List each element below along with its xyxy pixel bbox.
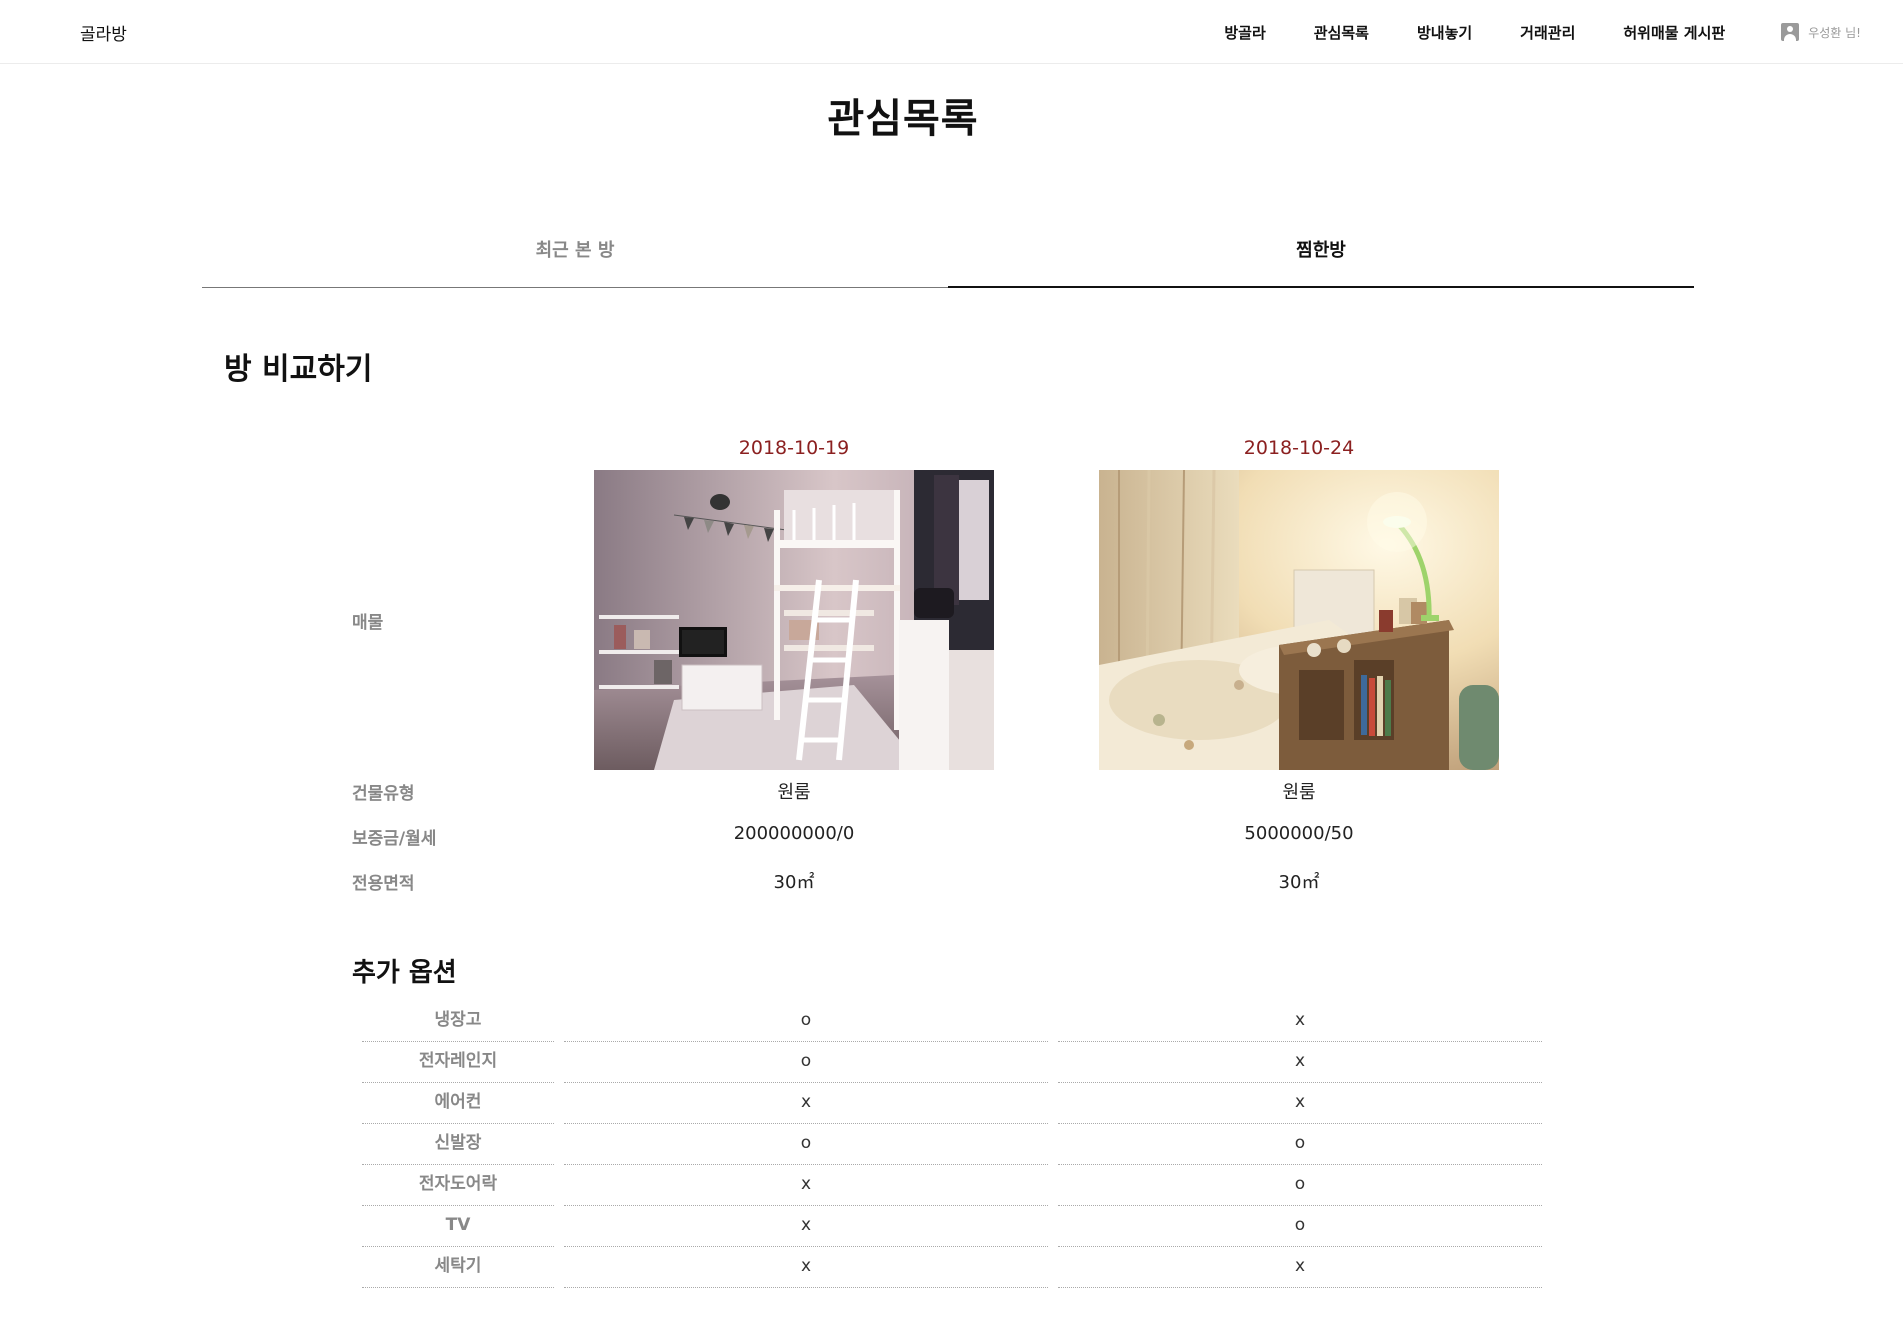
loft-room-photo-icon xyxy=(594,470,994,770)
wishlist-tabs: 최근 본 방 찜한방 xyxy=(202,226,1694,288)
option-row: 전자도어락 x o xyxy=(362,1165,1544,1206)
nav-item-transactions[interactable]: 거래관리 xyxy=(1520,22,1575,43)
nav-item-wishlist[interactable]: 관심목록 xyxy=(1314,22,1369,43)
option-name: 신발장 xyxy=(362,1124,554,1165)
room-2-date: 2018-10-24 xyxy=(1243,437,1355,459)
option-value-room-1: o xyxy=(564,1042,1048,1083)
room-2-deposit-rent: 5000000/50 xyxy=(1244,823,1354,844)
option-value-room-2: o xyxy=(1058,1165,1542,1206)
option-row: 세탁기 x x xyxy=(362,1247,1544,1288)
room-2-area: 30㎡ xyxy=(1278,872,1320,893)
main-nav: 방골라 관심목록 방내놓기 거래관리 허위매물 게시판 우성환 님! xyxy=(1224,0,1861,64)
room-1-area: 30㎡ xyxy=(773,872,815,893)
label-deposit-rent: 보증금/월세 xyxy=(352,829,437,849)
top-header: 골라방 방골라 관심목록 방내놓기 거래관리 허위매물 게시판 우성환 님! xyxy=(0,0,1903,64)
tab-recently-viewed[interactable]: 최근 본 방 xyxy=(202,226,948,288)
room-1-deposit-rent: 200000000/0 xyxy=(733,823,855,844)
option-value-room-2: o xyxy=(1058,1124,1542,1165)
option-value-room-1: x xyxy=(564,1083,1048,1124)
room-2-building-type: 원룸 xyxy=(1282,782,1316,803)
option-value-room-2: x xyxy=(1058,1001,1542,1042)
label-building-type: 건물유형 xyxy=(352,784,415,804)
options-section-title: 추가 옵션 xyxy=(352,958,457,988)
tab-liked-rooms[interactable]: 찜한방 xyxy=(948,226,1694,288)
nav-item-find-room[interactable]: 방골라 xyxy=(1224,22,1265,43)
room-2-photo[interactable] xyxy=(1099,470,1499,770)
option-name: 전자도어락 xyxy=(362,1165,554,1206)
option-value-room-1: o xyxy=(564,1001,1048,1042)
nav-item-fake-listing-board[interactable]: 허위매물 게시판 xyxy=(1623,22,1725,43)
option-value-room-2: x xyxy=(1058,1042,1542,1083)
label-listing: 매물 xyxy=(352,613,384,633)
option-value-room-1: o xyxy=(564,1124,1048,1165)
room-1-photo[interactable] xyxy=(594,470,994,770)
option-row: 신발장 o o xyxy=(362,1124,1544,1165)
room-1-date: 2018-10-19 xyxy=(738,437,850,459)
option-value-room-2: x xyxy=(1058,1247,1542,1288)
option-value-room-1: x xyxy=(564,1165,1048,1206)
compare-section-title: 방 비교하기 xyxy=(224,352,373,387)
option-name: 전자레인지 xyxy=(362,1042,554,1083)
nav-item-list-room[interactable]: 방내놓기 xyxy=(1417,22,1472,43)
logo-link[interactable]: 골라방 xyxy=(80,20,127,45)
user-menu[interactable]: 우성환 님! xyxy=(1781,23,1861,41)
option-value-room-1: x xyxy=(564,1206,1048,1247)
option-name: TV xyxy=(362,1206,554,1247)
option-row: 전자레인지 o x xyxy=(362,1042,1544,1083)
option-value-room-1: x xyxy=(564,1247,1048,1288)
option-value-room-2: o xyxy=(1058,1206,1542,1247)
option-name: 냉장고 xyxy=(362,1001,554,1042)
option-name: 에어컨 xyxy=(362,1083,554,1124)
room-1-building-type: 원룸 xyxy=(777,782,811,803)
option-value-room-2: x xyxy=(1058,1083,1542,1124)
user-name: 우성환 님! xyxy=(1808,25,1861,40)
label-area: 전용면적 xyxy=(352,874,415,894)
option-row: 에어컨 x x xyxy=(362,1083,1544,1124)
user-avatar-icon xyxy=(1781,23,1800,41)
bedroom-lamp-photo-icon xyxy=(1099,470,1499,770)
option-row: TV x o xyxy=(362,1206,1544,1247)
option-row: 냉장고 o x xyxy=(362,1001,1544,1042)
option-name: 세탁기 xyxy=(362,1247,554,1288)
page-title: 관심목록 xyxy=(827,96,979,142)
